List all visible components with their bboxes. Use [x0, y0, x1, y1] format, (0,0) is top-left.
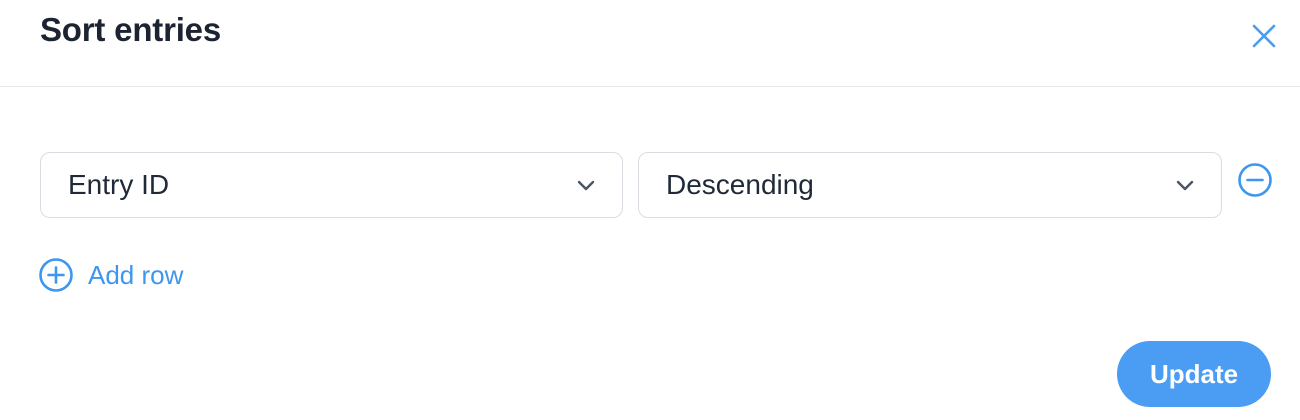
chevron-down-icon	[577, 180, 595, 191]
remove-row-button[interactable]	[1237, 162, 1273, 198]
dialog-title: Sort entries	[40, 11, 221, 48]
chevron-down-icon	[1176, 180, 1194, 191]
sort-row: Entry ID Descending	[40, 152, 1280, 218]
sort-direction-select[interactable]: Descending	[638, 152, 1222, 218]
sort-field-value: Entry ID	[68, 169, 170, 200]
close-icon	[1252, 24, 1276, 48]
sort-entries-dialog: Sort entries Entry ID Descending Add row…	[0, 0, 1300, 420]
plus-circle-icon	[38, 257, 74, 293]
close-button[interactable]	[1244, 16, 1284, 56]
dialog-header: Sort entries	[0, 0, 1300, 87]
minus-circle-icon	[1238, 163, 1272, 197]
sort-direction-value: Descending	[666, 169, 814, 200]
add-row-label: Add row	[88, 260, 184, 290]
add-row-button[interactable]: Add row	[38, 256, 183, 294]
sort-field-select[interactable]: Entry ID	[40, 152, 623, 218]
update-button[interactable]: Update	[1117, 341, 1271, 407]
